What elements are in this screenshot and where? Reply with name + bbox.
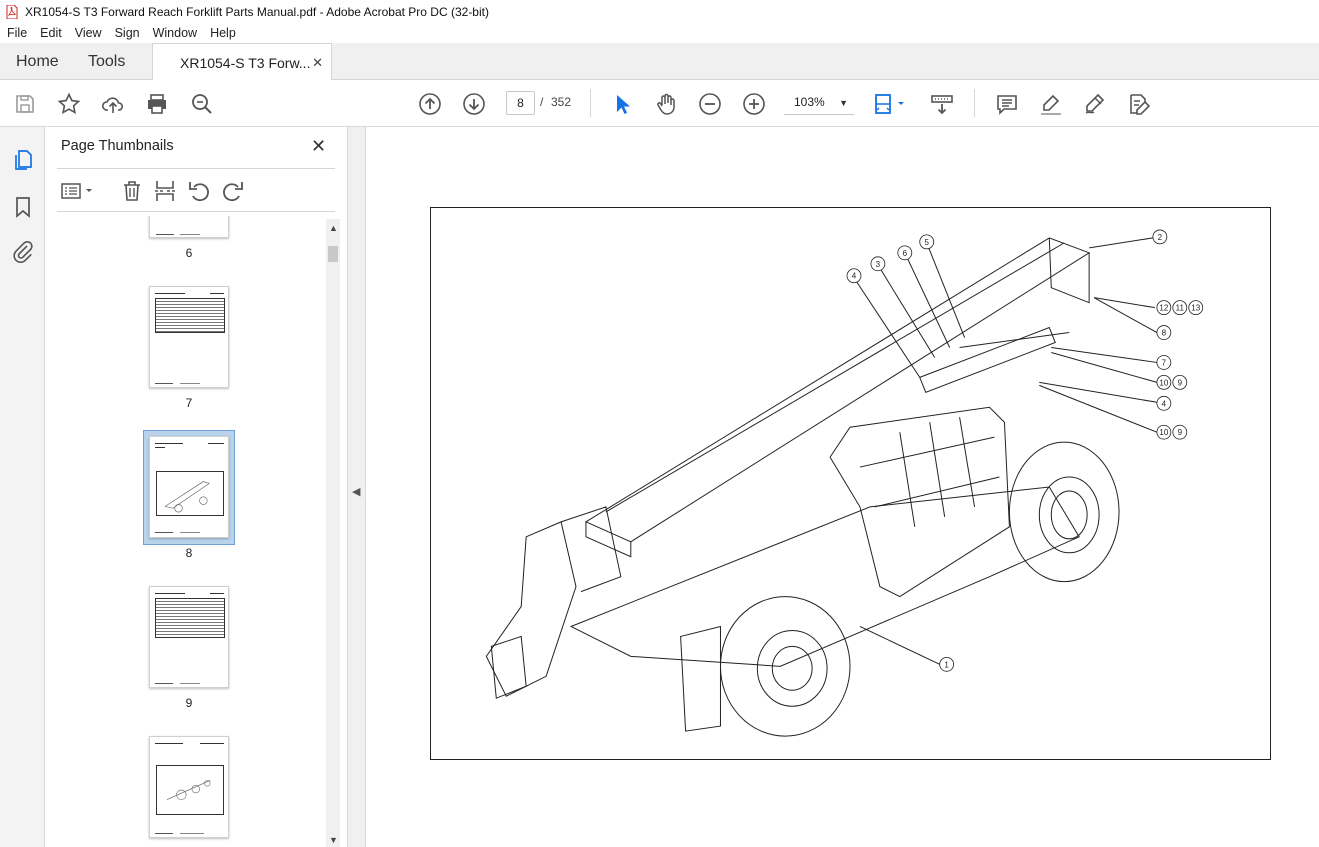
callout-label: 9 <box>1178 378 1183 387</box>
tab-document-label: XR1054-S T3 Forw... <box>180 54 311 71</box>
thumbnail-label: 8 <box>185 546 193 560</box>
thumbnail-page[interactable] <box>149 286 229 388</box>
panel-divider <box>57 211 335 212</box>
toolbar-divider <box>590 89 591 117</box>
draw-sign-icon[interactable] <box>1083 92 1107 116</box>
upload-cloud-icon[interactable] <box>101 92 125 116</box>
chevron-down-icon: ▼ <box>839 98 848 108</box>
bookmark-star-icon[interactable] <box>57 92 81 116</box>
callout-label: 10 <box>1159 378 1168 387</box>
thumbnail-options-icon[interactable] <box>61 179 95 203</box>
print-icon[interactable] <box>145 92 169 116</box>
previous-page-icon[interactable] <box>418 92 442 116</box>
callout-label: 7 <box>1162 358 1167 367</box>
callout-label: 8 <box>1162 329 1167 338</box>
pdf-file-icon <box>6 4 18 19</box>
menu-sign[interactable]: Sign <box>108 26 146 40</box>
tab-close-icon[interactable]: ✕ <box>312 55 323 71</box>
menu-view[interactable]: View <box>68 26 108 40</box>
page-total: 352 <box>551 95 572 109</box>
thumbnail-label: 7 <box>185 396 193 410</box>
page-separator: / <box>540 95 544 109</box>
scrollbar-thumb[interactable] <box>328 246 338 262</box>
tab-home[interactable]: Home <box>16 43 59 80</box>
zoom-select[interactable]: 103% ▼ <box>784 91 854 115</box>
callout-label: 12 <box>1159 304 1168 313</box>
callout-label: 6 <box>903 249 908 258</box>
rotate-counterclockwise-icon[interactable] <box>187 179 211 203</box>
scroll-mode-icon[interactable] <box>930 92 954 116</box>
page-thumbnails-panel: Page Thumbnails ✕ 6 7 8 9 ▲ ▼ <box>45 127 348 847</box>
callout-label: 10 <box>1159 428 1168 437</box>
panel-title: Page Thumbnails <box>61 138 174 154</box>
toolbar-divider <box>974 89 975 117</box>
thumbnail-page[interactable] <box>149 586 229 688</box>
find-zoom-icon[interactable] <box>190 92 214 116</box>
menu-help[interactable]: Help <box>203 26 242 40</box>
thumbnail-page[interactable] <box>149 216 229 238</box>
fit-page-icon[interactable] <box>873 92 907 116</box>
parts-drawing: 2 12 11 13 8 7 10 9 4 10 9 1 4 3 6 5 <box>430 207 1271 760</box>
thumbnail-list: 6 7 8 9 <box>57 216 327 847</box>
scroll-up-icon[interactable]: ▲ <box>329 223 338 233</box>
callout-label: 4 <box>1162 399 1167 408</box>
callout-label: 4 <box>852 272 857 281</box>
collapse-left-icon[interactable]: ◀ <box>352 485 360 498</box>
tab-bar: Home Tools XR1054-S T3 Forw... ✕ <box>0 43 1319 81</box>
comment-icon[interactable] <box>995 92 1019 116</box>
page-number-input[interactable]: 8 <box>506 91 535 115</box>
menu-window[interactable]: Window <box>146 26 203 40</box>
menu-bar: File Edit View Sign Window Help <box>0 23 1319 43</box>
scroll-down-icon[interactable]: ▼ <box>329 835 338 845</box>
attachment-paperclip-icon[interactable] <box>11 240 35 264</box>
callout-label: 9 <box>1178 428 1183 437</box>
page-thumbnails-icon[interactable] <box>11 148 35 172</box>
forklift-illustration: 2 12 11 13 8 7 10 9 4 10 9 1 4 3 6 5 <box>485 229 1204 737</box>
tab-tools[interactable]: Tools <box>88 43 125 80</box>
next-page-icon[interactable] <box>462 92 486 116</box>
callout-label: 3 <box>876 260 881 269</box>
callout-label: 1 <box>944 660 949 669</box>
extract-pages-icon[interactable] <box>153 179 177 203</box>
thumbnail-page[interactable] <box>149 736 229 838</box>
edit-pdf-icon[interactable] <box>1127 92 1151 116</box>
toolbar <box>0 80 1319 127</box>
thumbnail-label: 9 <box>185 696 193 710</box>
bookmark-icon[interactable] <box>11 195 35 219</box>
tab-document[interactable]: XR1054-S T3 Forw... ✕ <box>152 43 332 81</box>
title-bar: XR1054-S T3 Forward Reach Forklift Parts… <box>0 0 1319 23</box>
delete-trash-icon[interactable] <box>120 179 144 203</box>
thumbnail-label: 6 <box>185 246 193 260</box>
panel-collapse-strip[interactable]: ◀ <box>348 127 366 847</box>
callout-label: 13 <box>1191 304 1200 313</box>
thumbnail-page-selected[interactable] <box>149 436 229 538</box>
hand-tool-icon[interactable] <box>654 92 678 116</box>
navigation-rail <box>0 127 45 847</box>
callout-label: 2 <box>1158 233 1163 242</box>
zoom-out-icon[interactable] <box>698 92 722 116</box>
callout-label: 5 <box>925 238 930 247</box>
zoom-value: 103% <box>794 95 825 109</box>
highlight-pen-icon[interactable] <box>1039 92 1063 116</box>
save-icon[interactable] <box>13 92 37 116</box>
menu-file[interactable]: File <box>0 26 33 40</box>
close-icon[interactable]: ✕ <box>311 136 326 157</box>
zoom-in-icon[interactable] <box>742 92 766 116</box>
menu-edit[interactable]: Edit <box>33 26 68 40</box>
window-title: XR1054-S T3 Forward Reach Forklift Parts… <box>25 4 489 19</box>
callout-label: 11 <box>1176 304 1185 313</box>
panel-divider <box>57 168 335 169</box>
thumbnail-scrollbar[interactable]: ▲ ▼ <box>326 219 340 847</box>
select-cursor-icon[interactable] <box>610 92 634 116</box>
rotate-clockwise-icon[interactable] <box>221 179 245 203</box>
